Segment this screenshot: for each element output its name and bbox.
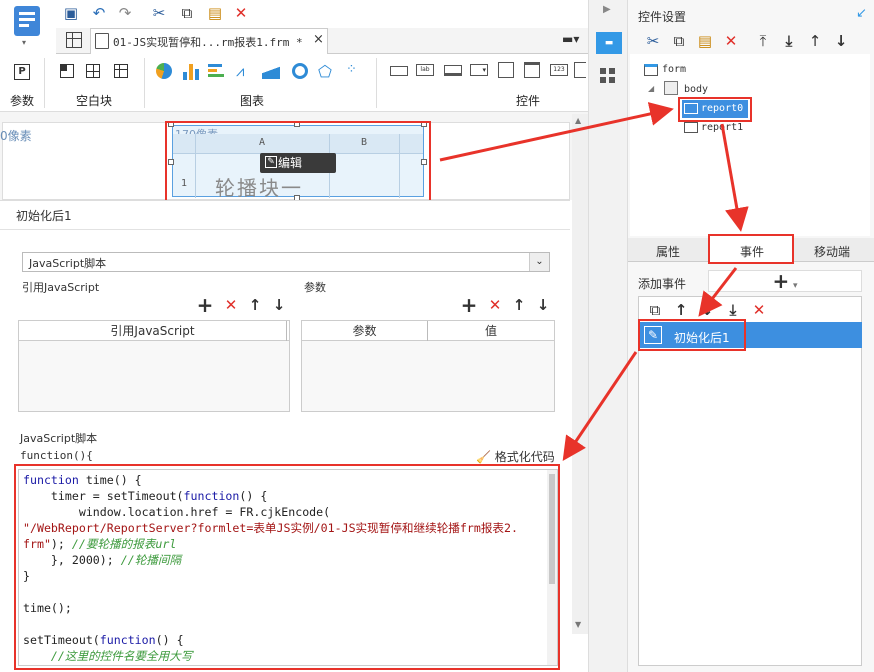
- arrow-widget-to-tree: [439, 102, 674, 162]
- annotation-arrows: [439, 102, 749, 461]
- arrow-events-to-item: [698, 267, 738, 317]
- arrow-item-to-code: [562, 351, 638, 461]
- arrow-tree-to-events: [720, 123, 749, 232]
